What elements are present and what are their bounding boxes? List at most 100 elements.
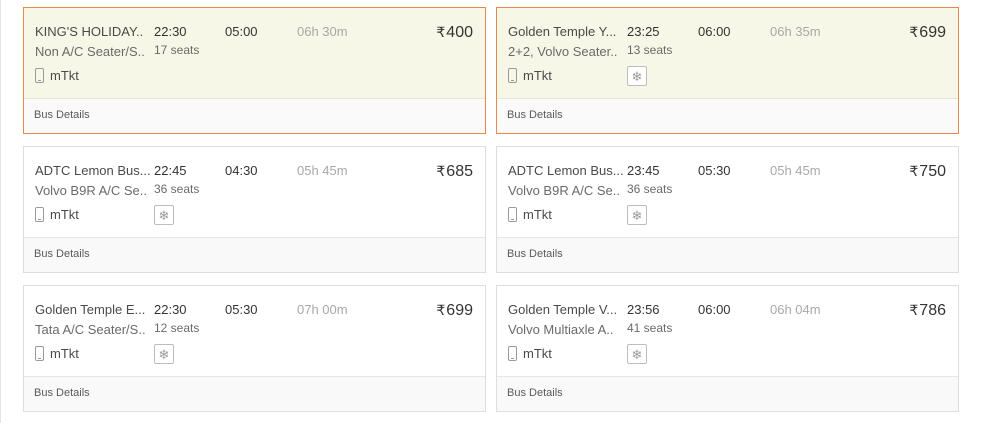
rupee-icon: ₹	[436, 302, 446, 318]
mticket-label: mTkt	[50, 345, 79, 361]
rupee-icon: ₹	[909, 302, 919, 318]
bus-card[interactable]: ADTC Lemon Bus... Volvo B9R A/C Se.. mTk…	[496, 146, 959, 273]
bus-details-link[interactable]: Bus Details	[34, 109, 90, 121]
fare-amount: 400	[446, 24, 473, 41]
journey-duration: 05h 45m	[770, 163, 821, 178]
bus-card-footer: Bus Details	[497, 237, 958, 272]
journey-duration: 05h 45m	[297, 163, 348, 178]
bus-details-link[interactable]: Bus Details	[34, 248, 90, 260]
mobile-phone-icon	[508, 67, 517, 83]
mticket-indicator: mTkt	[35, 66, 79, 84]
fare-amount: 699	[446, 302, 473, 319]
seats-available: 12 seats	[154, 321, 200, 335]
left-divider	[0, 0, 1, 423]
journey-duration: 06h 35m	[770, 24, 821, 39]
fare: ₹699	[909, 24, 946, 42]
arrival-time: 05:00	[225, 24, 258, 39]
arrival-time: 05:30	[225, 302, 258, 317]
fare: ₹786	[909, 302, 946, 320]
seats-available: 13 seats	[627, 43, 673, 57]
mticket-label: mTkt	[50, 206, 79, 222]
mobile-phone-icon	[35, 345, 44, 361]
fare: ₹699	[436, 302, 473, 320]
departure-time: 22:30	[154, 24, 187, 39]
bus-type: 2+2, Volvo Seater..	[508, 44, 618, 59]
snowflake-icon: ❄	[627, 205, 647, 225]
bus-card-footer: Bus Details	[497, 98, 958, 133]
arrival-time: 05:30	[698, 163, 731, 178]
snowflake-icon: ❄	[627, 344, 647, 364]
operator-name: Golden Temple Y...	[508, 24, 617, 39]
rupee-icon: ₹	[436, 163, 446, 179]
bus-type: Volvo B9R A/C Se..	[35, 183, 148, 198]
operator-name: KING'S HOLIDAY..	[35, 24, 144, 39]
fare-amount: 685	[446, 163, 473, 180]
bus-details-link[interactable]: Bus Details	[507, 387, 563, 399]
mticket-indicator: mTkt	[508, 344, 552, 362]
rupee-icon: ₹	[909, 24, 919, 40]
bus-details-link[interactable]: Bus Details	[507, 109, 563, 121]
mobile-phone-icon	[35, 67, 44, 83]
journey-duration: 07h 00m	[297, 302, 348, 317]
journey-duration: 06h 30m	[297, 24, 348, 39]
mticket-indicator: mTkt	[508, 205, 552, 223]
journey-duration: 06h 04m	[770, 302, 821, 317]
bus-details-link[interactable]: Bus Details	[34, 387, 90, 399]
fare: ₹400	[436, 24, 473, 42]
snowflake-icon: ❄	[627, 66, 647, 86]
mticket-label: mTkt	[523, 206, 552, 222]
seats-available: 36 seats	[154, 182, 200, 196]
bus-card-summary[interactable]: Golden Temple E... Tata A/C Seater/S.. m…	[24, 286, 485, 378]
fare: ₹685	[436, 163, 473, 181]
bus-card[interactable]: Golden Temple Y... 2+2, Volvo Seater.. m…	[496, 7, 959, 134]
operator-name: ADTC Lemon Bus...	[35, 163, 151, 178]
bus-card-summary[interactable]: Golden Temple Y... 2+2, Volvo Seater.. m…	[497, 8, 958, 100]
mticket-indicator: mTkt	[508, 66, 552, 84]
mticket-indicator: mTkt	[35, 205, 79, 223]
bus-type: Tata A/C Seater/S..	[35, 322, 146, 337]
bus-card[interactable]: Golden Temple V... Volvo Multiaxle A.. m…	[496, 285, 959, 412]
bus-card-summary[interactable]: ADTC Lemon Bus... Volvo B9R A/C Se.. mTk…	[497, 147, 958, 239]
bus-results-page: KING'S HOLIDAY.. Non A/C Seater/S.. mTkt…	[0, 0, 983, 423]
mticket-label: mTkt	[523, 345, 552, 361]
bus-card-footer: Bus Details	[24, 237, 485, 272]
snowflake-icon: ❄	[154, 344, 174, 364]
snowflake-icon: ❄	[154, 205, 174, 225]
mticket-label: mTkt	[523, 67, 552, 83]
mobile-phone-icon	[508, 206, 517, 222]
bus-details-link[interactable]: Bus Details	[507, 248, 563, 260]
bus-type: Volvo Multiaxle A..	[508, 322, 614, 337]
mticket-indicator: mTkt	[35, 344, 79, 362]
departure-time: 22:30	[154, 302, 187, 317]
arrival-time: 04:30	[225, 163, 258, 178]
departure-time: 23:56	[627, 302, 660, 317]
departure-time: 23:45	[627, 163, 660, 178]
seats-available: 41 seats	[627, 321, 673, 335]
mobile-phone-icon	[35, 206, 44, 222]
departure-time: 23:25	[627, 24, 660, 39]
bus-type: Non A/C Seater/S..	[35, 44, 145, 59]
bus-card-summary[interactable]: ADTC Lemon Bus... Volvo B9R A/C Se.. mTk…	[24, 147, 485, 239]
bus-card-footer: Bus Details	[24, 376, 485, 411]
operator-name: ADTC Lemon Bus...	[508, 163, 624, 178]
operator-name: Golden Temple V...	[508, 302, 618, 317]
seats-available: 36 seats	[627, 182, 673, 196]
fare-amount: 699	[919, 24, 946, 41]
rupee-icon: ₹	[436, 24, 446, 40]
fare: ₹750	[909, 163, 946, 181]
bus-card-summary[interactable]: Golden Temple V... Volvo Multiaxle A.. m…	[497, 286, 958, 378]
seats-available: 17 seats	[154, 43, 200, 57]
fare-amount: 750	[919, 163, 946, 180]
bus-card[interactable]: KING'S HOLIDAY.. Non A/C Seater/S.. mTkt…	[23, 7, 486, 134]
bus-card-footer: Bus Details	[497, 376, 958, 411]
departure-time: 22:45	[154, 163, 187, 178]
bus-card-summary[interactable]: KING'S HOLIDAY.. Non A/C Seater/S.. mTkt…	[24, 8, 485, 100]
arrival-time: 06:00	[698, 302, 731, 317]
mticket-label: mTkt	[50, 67, 79, 83]
operator-name: Golden Temple E...	[35, 302, 146, 317]
bus-card[interactable]: ADTC Lemon Bus... Volvo B9R A/C Se.. mTk…	[23, 146, 486, 273]
rupee-icon: ₹	[909, 163, 919, 179]
fare-amount: 786	[919, 302, 946, 319]
bus-card[interactable]: Golden Temple E... Tata A/C Seater/S.. m…	[23, 285, 486, 412]
bus-type: Volvo B9R A/C Se..	[508, 183, 621, 198]
